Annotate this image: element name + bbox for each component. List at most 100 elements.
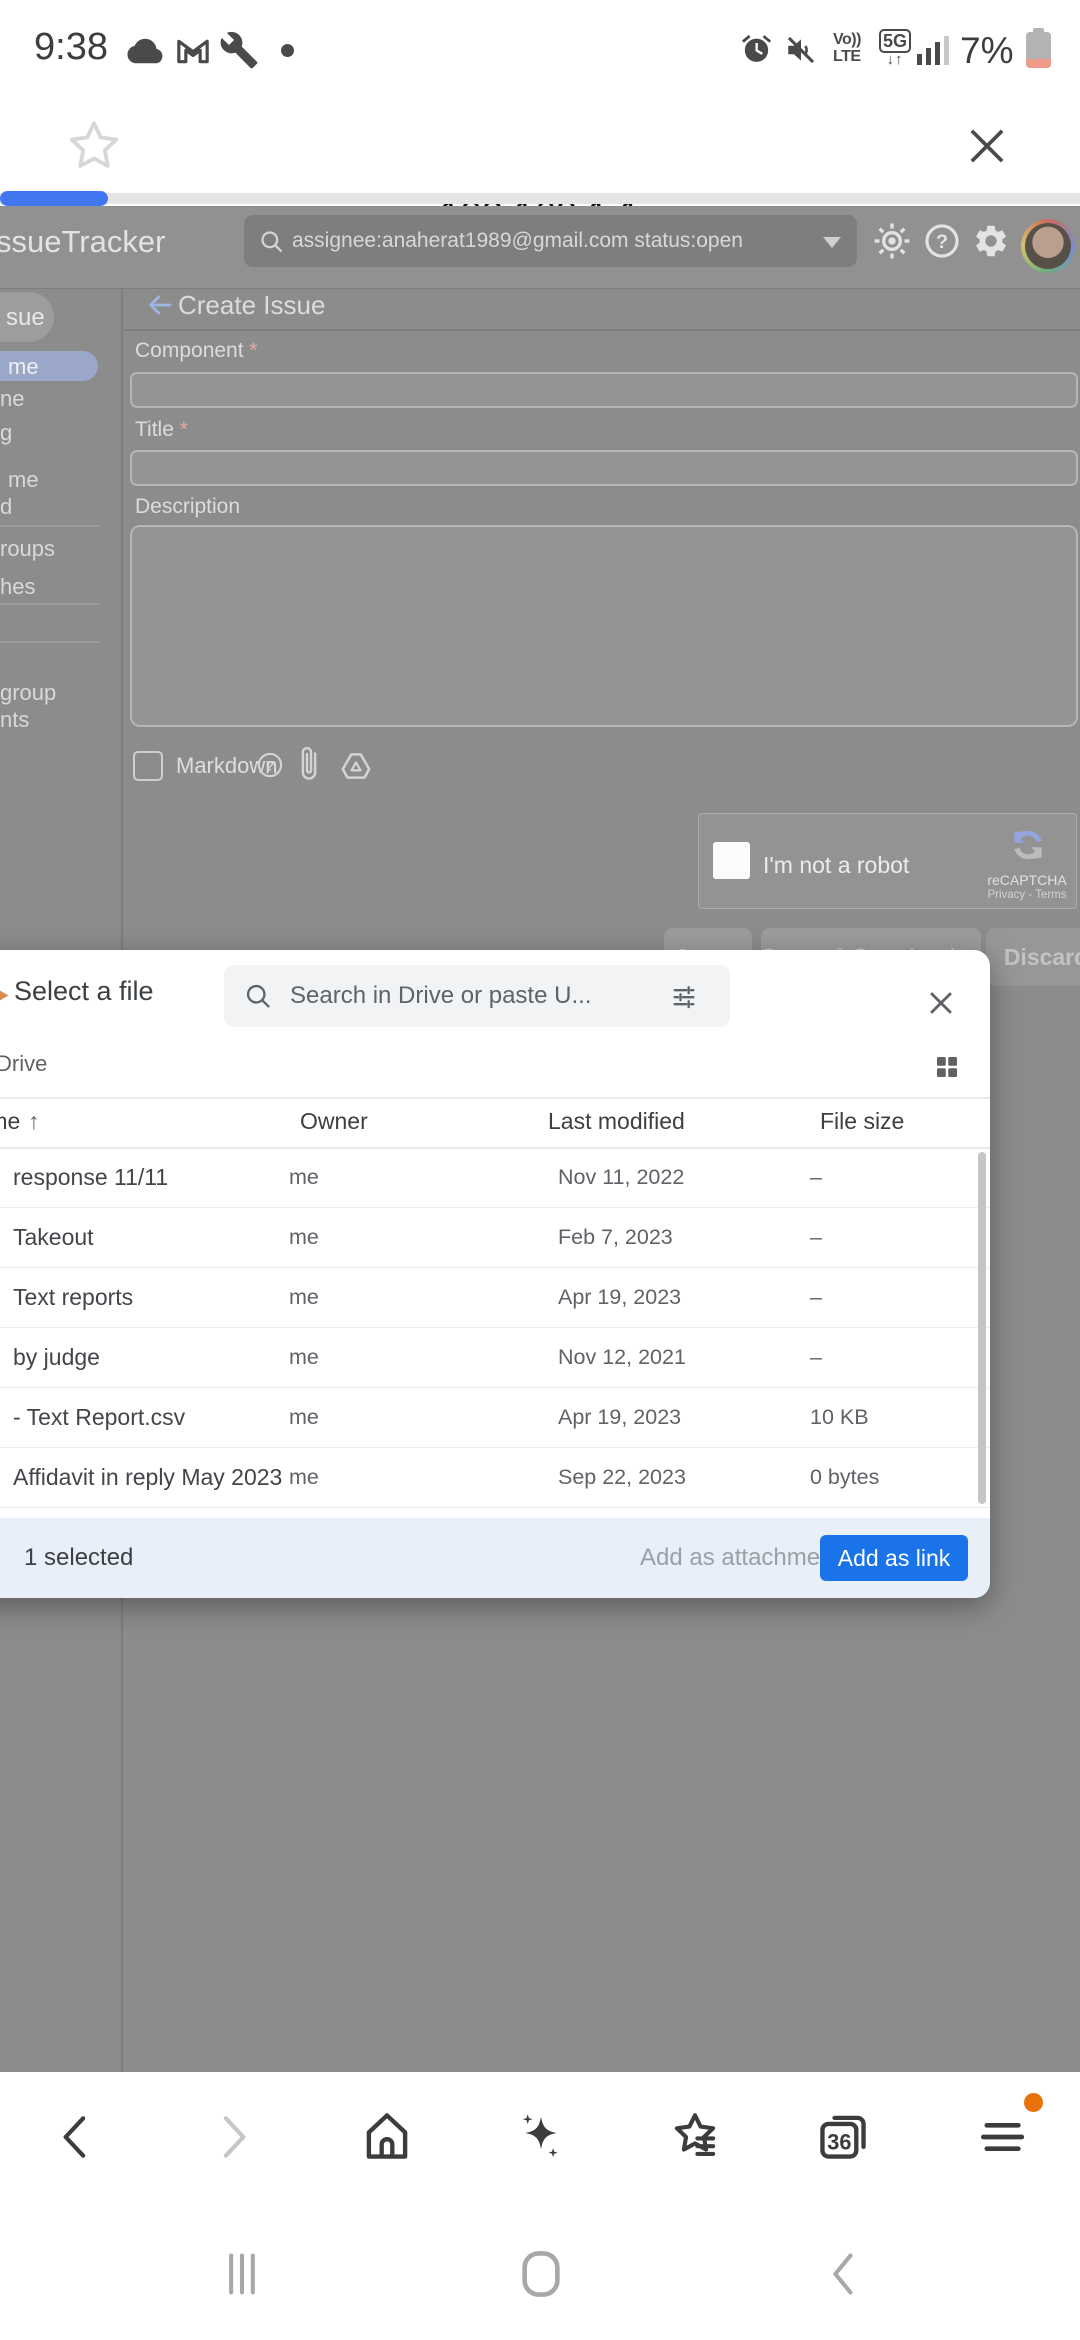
column-header-owner[interactable]: Owner [300,1108,368,1135]
address-bar[interactable]: 192.168.1.1 [0,70,1080,190]
app-title: ssueTracker [0,224,165,260]
bookmark-star-icon[interactable] [63,115,125,177]
volte-indicator: Vo)) LTE [833,31,861,65]
file-owner: me [289,1207,319,1267]
component-label-text: Component [135,339,244,362]
title-label: Title * [135,418,188,442]
sidebar-item[interactable]: d [0,494,12,520]
column-header-size[interactable]: File size [820,1108,904,1135]
menu-icon[interactable] [974,2109,1030,2165]
wrench-icon [218,30,260,70]
recent-apps-icon[interactable] [216,2248,268,2300]
file-size: – [810,1267,822,1327]
sidebar-section-divider [0,603,100,605]
file-row[interactable]: Affidavit in reply May 2023 me Sep 22, 2… [0,1447,990,1508]
menu-badge-dot [1024,2093,1043,2112]
add-as-attachment-button[interactable]: Add as attachment [640,1518,840,1598]
avatar[interactable] [1021,219,1075,273]
file-row[interactable]: Text reports me Apr 19, 2023 – [0,1267,990,1328]
back-arrow-icon[interactable] [144,290,176,320]
file-row[interactable]: response 11/11 me Nov 11, 2022 – [0,1147,990,1208]
sidebar-section-divider [0,525,100,527]
file-row[interactable]: - Text Report.csv me Apr 19, 2023 10 KB [0,1387,990,1448]
tabs-icon[interactable]: 36 [814,2107,872,2165]
sidebar-item[interactable]: hes [0,574,35,600]
tune-filter-icon[interactable] [670,982,698,1010]
column-header-modified[interactable]: Last modified [548,1108,685,1135]
attach-file-icon[interactable] [296,746,322,784]
ai-sparkles-icon[interactable] [512,2107,570,2165]
add-as-link-button[interactable]: Add as link [820,1535,968,1581]
markdown-checkbox[interactable] [133,751,163,781]
file-modified: Apr 19, 2023 [558,1267,681,1327]
drive-search-box[interactable]: Search in Drive or paste U... [224,965,730,1027]
5g-indicator: 5G ↓↑ [877,29,913,67]
file-name: response 11/11 [13,1147,168,1207]
discard-button[interactable]: Discard [986,928,1080,986]
recaptcha-widget: I'm not a robot reCAPTCHA Privacy - Term… [698,813,1077,909]
bookmarks-list-icon[interactable] [666,2107,724,2165]
file-name: Text reports [13,1267,133,1327]
file-modified: Nov 11, 2022 [558,1147,684,1207]
description-label: Description [135,495,240,519]
scrollbar[interactable] [978,1152,986,1504]
drive-icon[interactable] [338,749,374,783]
brightness-icon[interactable] [872,221,912,261]
sidebar-item[interactable]: nts [0,707,29,733]
file-owner: me [289,1387,319,1447]
recaptcha-logo-icon [1009,826,1047,864]
svg-text:?: ? [936,231,948,253]
sidebar-item[interactable]: sue [6,304,45,332]
tabs-count: 36 [827,2130,851,2155]
file-name: Takeout [13,1207,94,1267]
clock: 9:38 [34,26,108,69]
page-load-progress-fill [0,191,108,206]
issue-search-box[interactable]: assignee:anaherat1989@gmail.com status:o… [244,215,857,267]
sort-ascending-icon[interactable]: ↑ [28,1108,40,1135]
breadcrumb[interactable]: Drive [0,1051,47,1077]
cloud-icon [125,36,167,66]
recaptcha-terms-link[interactable]: Privacy - Terms [957,889,1080,901]
file-name: by judge [13,1327,100,1387]
nav-back-icon[interactable] [47,2109,103,2165]
sidebar-item[interactable]: me [8,467,39,493]
android-back-icon[interactable] [818,2248,870,2300]
file-size: – [810,1147,822,1207]
component-input[interactable] [130,372,1078,408]
sidebar-item[interactable]: g [0,420,12,446]
file-owner: me [289,1267,319,1327]
nav-forward-icon[interactable] [206,2109,262,2165]
recaptcha-label: I'm not a robot [763,852,909,879]
file-modified: Nov 12, 2021 [558,1327,686,1387]
search-icon [244,982,272,1010]
sidebar-item[interactable]: roups [0,536,55,562]
mute-icon [784,33,818,67]
column-header-name[interactable]: Name [0,1108,20,1135]
required-mark: * [249,339,257,362]
close-tab-icon[interactable] [961,120,1013,172]
search-query-text: assignee:anaherat1989@gmail.com status:o… [292,229,743,253]
android-navigation-bar [0,2230,1080,2340]
help-icon[interactable]: ? [923,222,961,260]
alarm-icon [739,32,774,67]
home-icon[interactable] [358,2107,416,2165]
settings-gear-icon[interactable] [972,222,1010,260]
description-textarea[interactable] [130,525,1078,727]
file-size: 10 KB [810,1387,869,1447]
dialog-footer: 1 selected Add as attachment Add as link [0,1518,990,1598]
title-input[interactable] [130,450,1078,486]
android-home-icon[interactable] [512,2246,570,2302]
sidebar-item[interactable]: ne [0,386,24,412]
file-row[interactable]: by judge me Nov 12, 2021 – [0,1327,990,1388]
sidebar-item[interactable]: me [8,354,39,380]
file-size: – [810,1327,822,1387]
file-row[interactable]: Takeout me Feb 7, 2023 – [0,1207,990,1268]
markdown-help-icon[interactable]: ? [256,751,284,779]
header-divider [122,329,1080,331]
grid-view-icon[interactable] [932,1052,962,1082]
file-owner: me [289,1327,319,1387]
chevron-down-icon[interactable] [823,237,841,248]
recaptcha-checkbox[interactable] [713,842,750,879]
sidebar-item[interactable]: group [0,680,56,706]
close-dialog-icon[interactable] [924,986,958,1020]
